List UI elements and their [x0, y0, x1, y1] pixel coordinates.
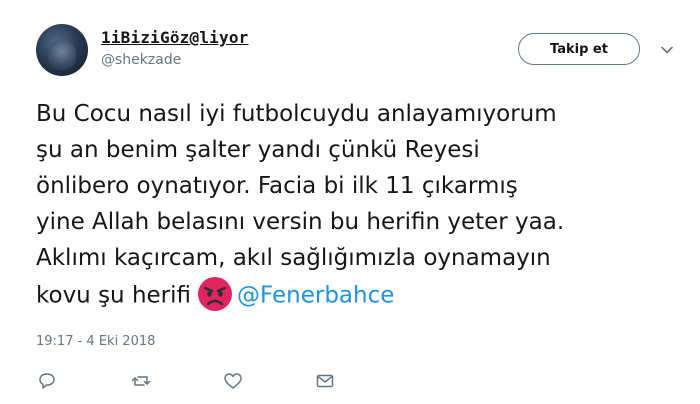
chevron-down-icon[interactable] [660, 42, 674, 56]
envelope-icon[interactable] [314, 370, 336, 392]
tweet-line: Aklımı kaçırcam, akıl sağlığımızla oynam… [36, 245, 551, 271]
tweet-text: Bu Cocu nasıl iyi futbolcuydu anlayamıyo… [36, 96, 686, 316]
avatar[interactable] [36, 24, 88, 76]
tweet-line: şu an benim şalter yandı çünkü Reyesi [36, 137, 480, 163]
mention-link[interactable]: @Fenerbahce [237, 283, 394, 309]
follow-button[interactable]: Takip et [518, 33, 640, 65]
tweet-last-line: kovu şu herifi @Fenerbahce [36, 276, 686, 316]
username[interactable]: @shekzade [101, 52, 181, 68]
tweet-line: önlibero oynatıyor. Facia bi ilk 11 çıka… [36, 173, 518, 199]
heart-icon[interactable] [222, 370, 244, 392]
tweet-line: yine Allah belasını versin bu herifin ye… [36, 209, 565, 235]
tweet-card: 1iBiziGöz@liyor @shekzade Takip et Bu Co… [0, 0, 700, 404]
reply-icon[interactable] [36, 370, 58, 392]
tweet-line: kovu şu herifi [36, 282, 192, 309]
tweet-line: Bu Cocu nasıl iyi futbolcuydu anlayamıyo… [36, 101, 557, 127]
angry-face-icon [197, 276, 233, 312]
action-bar [0, 370, 700, 394]
display-name[interactable]: 1iBiziGöz@liyor [101, 28, 249, 47]
timestamp[interactable]: 19:17 - 4 Eki 2018 [36, 334, 155, 349]
retweet-icon[interactable] [130, 370, 152, 392]
